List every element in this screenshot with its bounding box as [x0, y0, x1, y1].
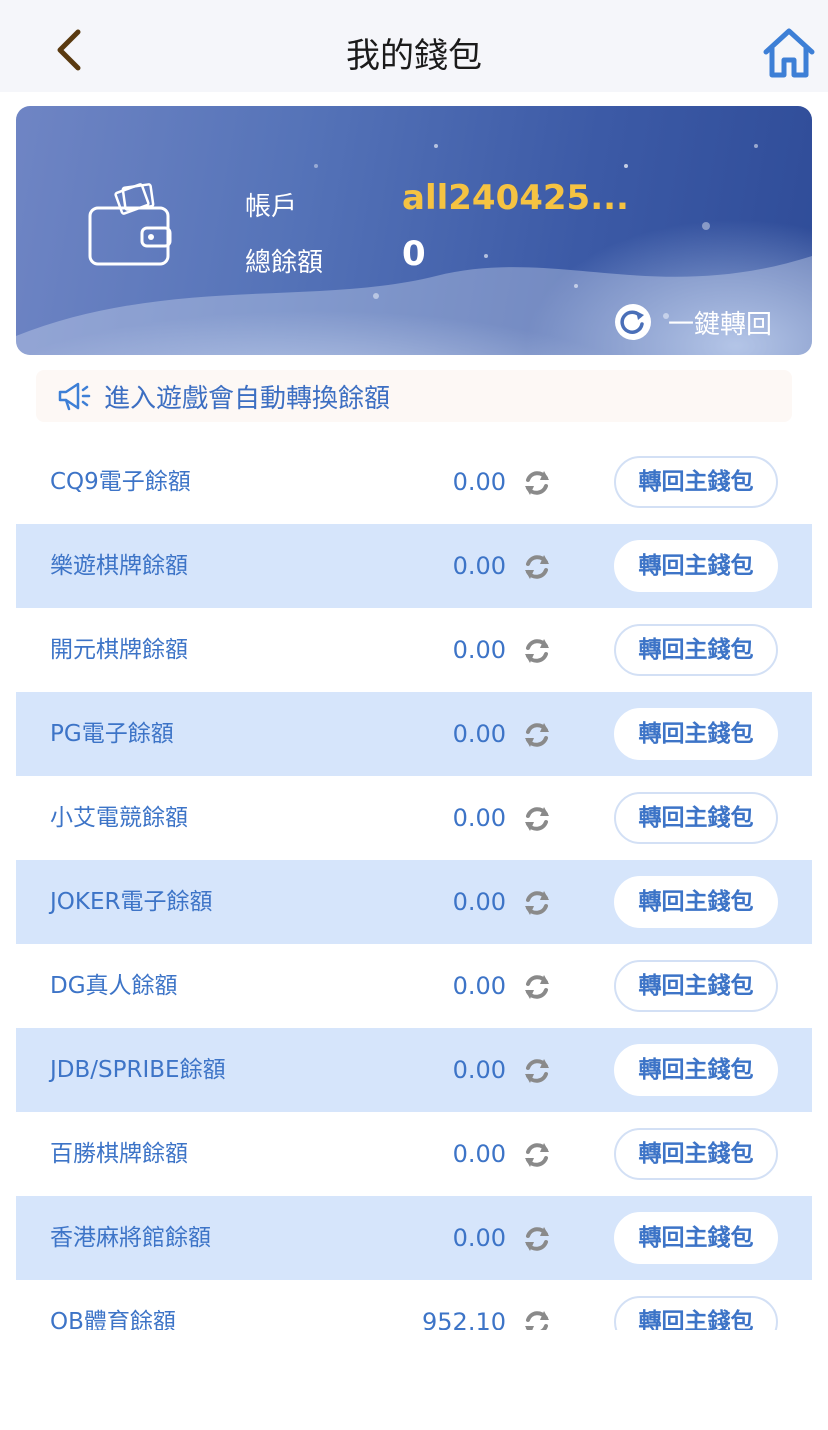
balance-name: DG真人餘額 [50, 973, 178, 999]
balance-amount: 0.00 [452, 888, 506, 916]
balance-amount: 0.00 [452, 468, 506, 496]
refresh-icon[interactable] [522, 1056, 552, 1086]
balance-amount: 0.00 [452, 1056, 506, 1084]
balance-amount: 0.00 [452, 804, 506, 832]
notice-bar: 進入遊戲會自動轉換餘額 [36, 370, 792, 422]
transfer-back-button[interactable]: 轉回主錢包 [614, 876, 778, 928]
balance-amount: 0.00 [452, 1140, 506, 1168]
balance-row: 百勝棋牌餘額 0.00 轉回主錢包 [16, 1112, 812, 1196]
wallet-card: 帳戶 all240425... 總餘額 0 一鍵轉回 [16, 106, 812, 355]
balance-row: 樂遊棋牌餘額 0.00 轉回主錢包 [16, 524, 812, 608]
balance-name: CQ9電子餘額 [50, 469, 191, 495]
balance-name: JOKER電子餘額 [50, 889, 213, 915]
top-bar: 我的錢包 [0, 0, 828, 92]
refresh-icon[interactable] [522, 552, 552, 582]
wallet-icon [88, 183, 172, 266]
refresh-icon[interactable] [522, 804, 552, 834]
balance-amount: 0.00 [452, 972, 506, 1000]
balance-row: DG真人餘額 0.00 轉回主錢包 [16, 944, 812, 1028]
balance-row: 小艾電競餘額 0.00 轉回主錢包 [16, 776, 812, 860]
balance-row: OB體育餘額 952.10 轉回主錢包 [16, 1280, 812, 1330]
megaphone-icon [58, 382, 91, 411]
transfer-back-button[interactable]: 轉回主錢包 [614, 960, 778, 1012]
balance-amount: 0.00 [452, 636, 506, 664]
balance-row: CQ9電子餘額 0.00 轉回主錢包 [16, 440, 812, 524]
transfer-back-button[interactable]: 轉回主錢包 [614, 1044, 778, 1096]
refresh-icon[interactable] [522, 636, 552, 666]
transfer-back-button[interactable]: 轉回主錢包 [614, 1128, 778, 1180]
balance-name: PG電子餘額 [50, 721, 174, 747]
transfer-all-label: 一鍵轉回 [668, 309, 773, 340]
transfer-back-button[interactable]: 轉回主錢包 [614, 1296, 778, 1330]
refresh-icon[interactable] [522, 1224, 552, 1254]
balance-name: 開元棋牌餘額 [50, 637, 188, 663]
balance-name: OB體育餘額 [50, 1309, 176, 1330]
transfer-back-button[interactable]: 轉回主錢包 [614, 624, 778, 676]
balance-name: 小艾電競餘額 [50, 805, 188, 831]
transfer-back-button[interactable]: 轉回主錢包 [614, 1212, 778, 1264]
balance-amount: 0.00 [452, 1224, 506, 1252]
total-balance-value: 0 [402, 234, 426, 274]
balance-name: 香港麻將館餘額 [50, 1225, 211, 1251]
balance-name: 百勝棋牌餘額 [50, 1141, 188, 1167]
balance-row: JOKER電子餘額 0.00 轉回主錢包 [16, 860, 812, 944]
transfer-back-button[interactable]: 轉回主錢包 [614, 708, 778, 760]
refresh-icon[interactable] [522, 972, 552, 1002]
refresh-icon[interactable] [522, 1140, 552, 1170]
transfer-back-button[interactable]: 轉回主錢包 [614, 540, 778, 592]
balance-name: 樂遊棋牌餘額 [50, 553, 188, 579]
balance-list: CQ9電子餘額 0.00 轉回主錢包 樂遊棋牌餘額 0.00 轉回主錢包 開元棋牌餘額 0.0… [16, 440, 812, 1330]
transfer-all-button[interactable]: 一鍵轉回 [614, 302, 772, 342]
home-button[interactable] [760, 24, 818, 82]
refresh-icon[interactable] [522, 1308, 552, 1330]
balance-name: JDB/SPRIBE餘額 [50, 1057, 226, 1083]
refresh-icon [615, 304, 651, 340]
account-value: all240425... [402, 178, 629, 218]
balance-row: PG電子餘額 0.00 轉回主錢包 [16, 692, 812, 776]
refresh-icon[interactable] [522, 888, 552, 918]
transfer-back-button[interactable]: 轉回主錢包 [614, 792, 778, 844]
balance-row: JDB/SPRIBE餘額 0.00 轉回主錢包 [16, 1028, 812, 1112]
refresh-icon[interactable] [522, 468, 552, 498]
balance-row: 開元棋牌餘額 0.00 轉回主錢包 [16, 608, 812, 692]
refresh-icon[interactable] [522, 720, 552, 750]
account-label: 帳戶 [245, 192, 298, 222]
total-balance-label: 總餘額 [245, 248, 324, 278]
transfer-back-button[interactable]: 轉回主錢包 [614, 456, 778, 508]
balance-row: 香港麻將館餘額 0.00 轉回主錢包 [16, 1196, 812, 1280]
balance-amount: 952.10 [422, 1308, 506, 1330]
balance-amount: 0.00 [452, 552, 506, 580]
balance-amount: 0.00 [452, 720, 506, 748]
page-title: 我的錢包 [346, 36, 482, 76]
notice-text: 進入遊戲會自動轉換餘額 [104, 383, 391, 414]
home-icon [763, 28, 815, 78]
